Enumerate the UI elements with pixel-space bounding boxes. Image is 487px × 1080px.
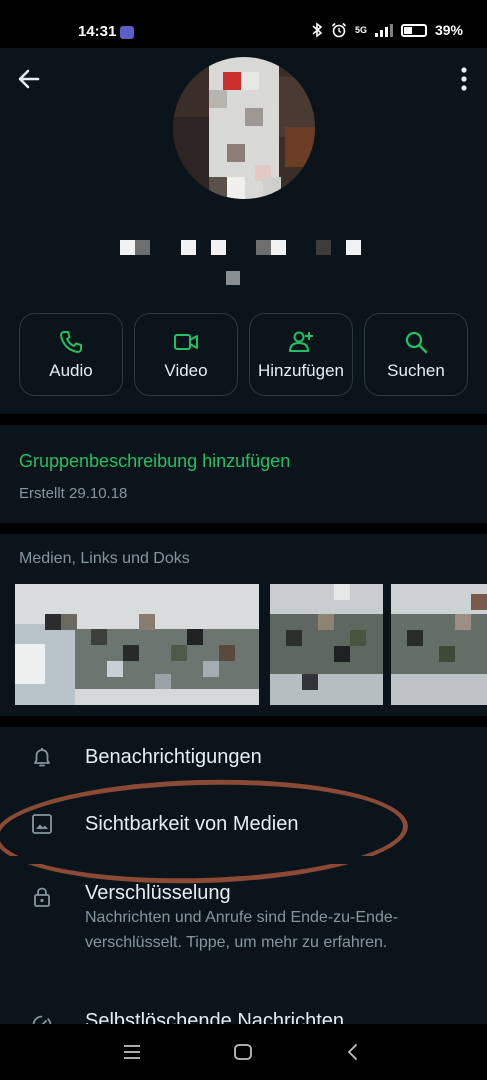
search-button[interactable]: Suchen bbox=[364, 313, 468, 396]
lock-icon bbox=[34, 887, 50, 907]
add-person-icon bbox=[289, 331, 313, 352]
signal-icon bbox=[374, 23, 393, 37]
encryption-label: Verschlüsselung bbox=[85, 882, 231, 904]
system-navigation-bar bbox=[0, 1024, 487, 1080]
network-type: 5G bbox=[354, 25, 367, 35]
audio-call-button[interactable]: Audio bbox=[19, 313, 123, 396]
video-camera-icon bbox=[174, 333, 198, 350]
back-nav-icon[interactable] bbox=[342, 1041, 364, 1063]
video-label: Video bbox=[164, 360, 208, 380]
more-options-button[interactable] bbox=[457, 66, 471, 92]
status-icons: 5G 39% bbox=[311, 22, 463, 38]
back-button[interactable] bbox=[14, 64, 44, 94]
notifications-item[interactable]: Benachrichtigungen bbox=[0, 732, 487, 786]
search-icon bbox=[405, 331, 428, 353]
recents-menu-icon[interactable] bbox=[121, 1041, 143, 1063]
status-bar: 14:31 5G 39% bbox=[0, 0, 487, 48]
add-group-description-link[interactable]: Gruppenbeschreibung hinzufügen bbox=[19, 451, 290, 472]
phone-icon bbox=[60, 330, 82, 353]
spacer bbox=[0, 856, 487, 864]
section-divider bbox=[0, 523, 487, 534]
group-info-screen: 14:31 5G 39% Audio Video Hinzufügen Such… bbox=[0, 0, 487, 1080]
group-avatar[interactable] bbox=[173, 57, 315, 199]
battery-icon bbox=[400, 23, 427, 37]
home-icon[interactable] bbox=[232, 1041, 254, 1063]
media-section-title[interactable]: Medien, Links und Doks bbox=[19, 550, 190, 568]
group-name-pixelated bbox=[120, 240, 370, 256]
alarm-icon bbox=[331, 22, 347, 38]
bluetooth-icon bbox=[312, 22, 323, 38]
add-member-button[interactable]: Hinzufügen bbox=[249, 313, 353, 396]
teams-notification-icon bbox=[120, 26, 134, 39]
group-subtitle-pixelated bbox=[226, 271, 240, 285]
encryption-item[interactable]: Verschlüsselung Nachrichten und Anrufe s… bbox=[0, 868, 487, 988]
status-time: 14:31 bbox=[78, 23, 117, 40]
media-thumbnail[interactable] bbox=[15, 584, 259, 705]
media-thumbnail[interactable] bbox=[270, 584, 383, 705]
section-divider bbox=[0, 716, 487, 727]
add-label: Hinzufügen bbox=[257, 360, 344, 380]
search-label: Suchen bbox=[387, 360, 445, 380]
battery-percent: 39% bbox=[434, 22, 463, 38]
bell-icon bbox=[34, 748, 50, 767]
notifications-label: Benachrichtigungen bbox=[85, 746, 262, 768]
encryption-subtitle: Nachrichten und Anrufe sind Ende-zu-Ende… bbox=[85, 909, 399, 951]
action-buttons: Audio Video Hinzufügen Suchen bbox=[19, 313, 468, 396]
video-call-button[interactable]: Video bbox=[134, 313, 238, 396]
media-thumbnail[interactable] bbox=[391, 584, 487, 705]
created-date: Erstellt 29.10.18 bbox=[19, 485, 128, 502]
audio-label: Audio bbox=[49, 360, 93, 380]
section-divider bbox=[0, 414, 487, 425]
